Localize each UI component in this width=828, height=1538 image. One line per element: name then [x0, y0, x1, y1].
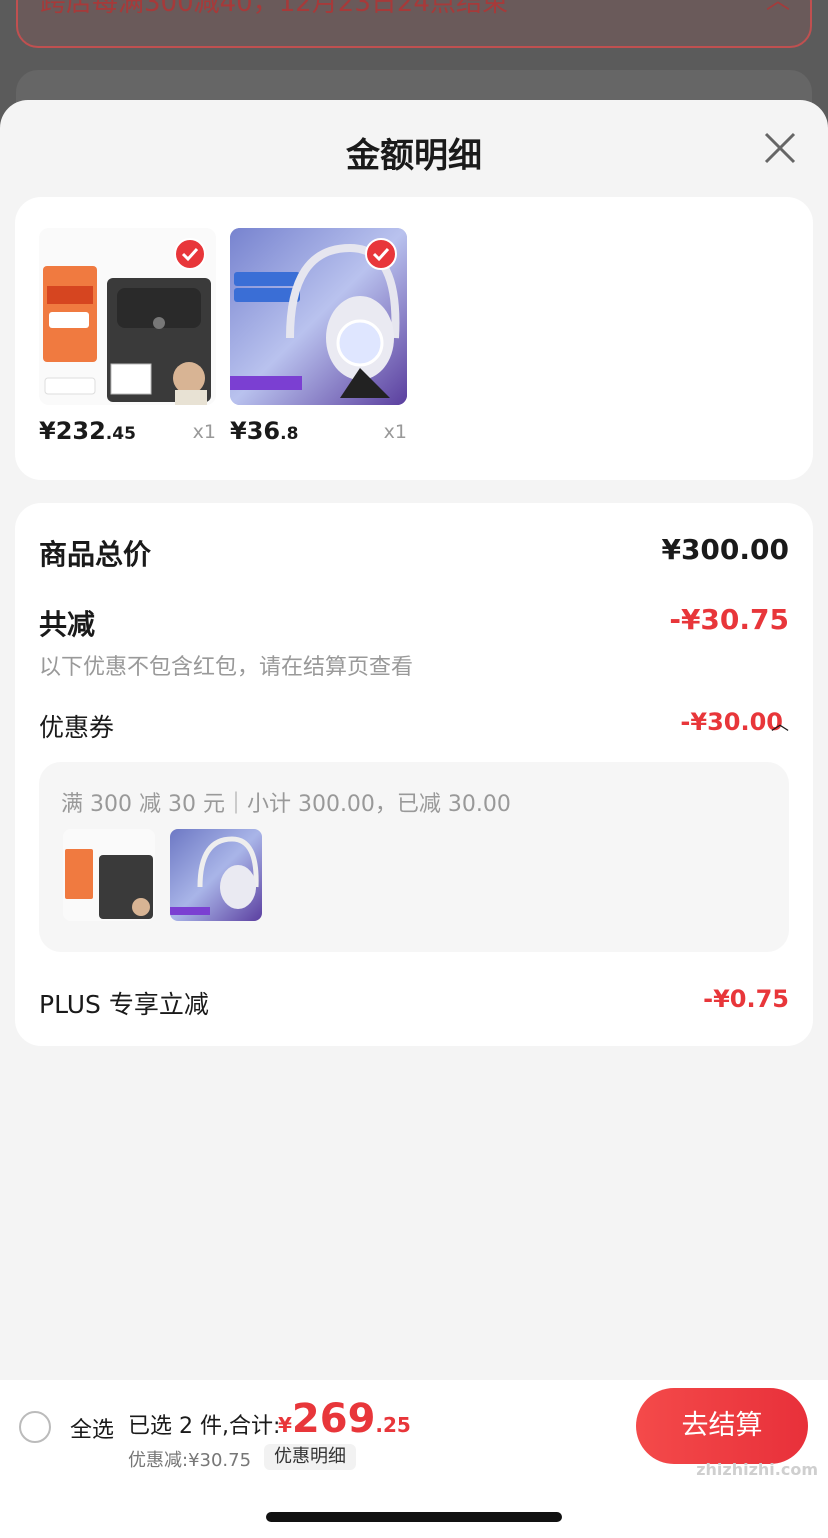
- watermark: zhizhizhi.com: [696, 1460, 818, 1479]
- products-card: ¥232.45 x1 ¥36.8 x1: [15, 197, 813, 480]
- close-button[interactable]: [762, 130, 798, 166]
- checkmark-icon: [365, 238, 397, 270]
- total-price-value: ¥300.00: [661, 533, 789, 566]
- coupon-label[interactable]: 优惠券: [39, 708, 114, 744]
- coupon-rule: 满 300 减 30 元｜小计 300.00，已减 30.00: [61, 792, 511, 817]
- product-quantity: x1: [383, 421, 407, 443]
- promo-banner-text: 跨店每满300减40，12月23日24点结束: [40, 0, 508, 18]
- earbuds-product-image: [39, 228, 216, 405]
- chevron-up-icon[interactable]: ︿: [771, 710, 789, 736]
- plus-discount-label: PLUS 专享立减: [39, 990, 209, 1019]
- close-icon: [764, 132, 796, 164]
- amount-detail-sheet: 金额明细 ¥232.45 x1 ¥36.8 x1 商品总价 ¥300.00 共减…: [0, 100, 828, 1538]
- discount-amount-text: 优惠减:¥30.75: [128, 1450, 252, 1471]
- product-item[interactable]: ¥232.45 x1: [39, 228, 216, 445]
- checkmark-icon: [174, 238, 206, 270]
- coupon-detail-box: 满 300 减 30 元｜小计 300.00，已减 30.00: [39, 762, 789, 952]
- select-all-checkbox[interactable]: [19, 1411, 51, 1443]
- product-quantity: x1: [192, 421, 216, 443]
- earbuds-thumbnail: [63, 829, 155, 921]
- product-price: ¥36.8: [230, 417, 299, 445]
- checkout-bar: 全选 已选 2 件,合计: ¥269.25 优惠减:¥30.75 优惠明细 去结…: [0, 1380, 828, 1538]
- plus-discount-value: -¥0.75: [703, 985, 789, 1013]
- select-all-label[interactable]: 全选: [70, 1412, 114, 1444]
- promo-banner: 跨店每满300减40，12月23日24点结束 ︿: [16, 0, 812, 48]
- headset-product-image: [230, 228, 407, 405]
- home-indicator: [266, 1512, 562, 1522]
- product-price: ¥232.45: [39, 417, 136, 445]
- coupon-value[interactable]: -¥30.00: [680, 708, 783, 736]
- product-item[interactable]: ¥36.8 x1: [230, 228, 407, 445]
- total-reduction-value: -¥30.75: [669, 603, 789, 636]
- selected-count-text: 已选 2 件,合计:: [128, 1414, 281, 1439]
- chevron-up-icon: ︿: [766, 0, 790, 14]
- total-price-label: 商品总价: [39, 538, 152, 571]
- discount-detail-button[interactable]: 优惠明细: [264, 1444, 356, 1470]
- sheet-title: 金额明细: [346, 136, 482, 176]
- price-detail-card: 商品总价 ¥300.00 共减 -¥30.75 以下优惠不包含红包，请在结算页查…: [15, 503, 813, 1046]
- reduction-note: 以下优惠不包含红包，请在结算页查看: [39, 655, 414, 680]
- headset-thumbnail: [170, 829, 262, 921]
- total-amount: ¥269.25: [278, 1396, 411, 1442]
- total-reduction-label: 共减: [39, 608, 96, 641]
- checkout-button[interactable]: 去结算: [636, 1388, 808, 1464]
